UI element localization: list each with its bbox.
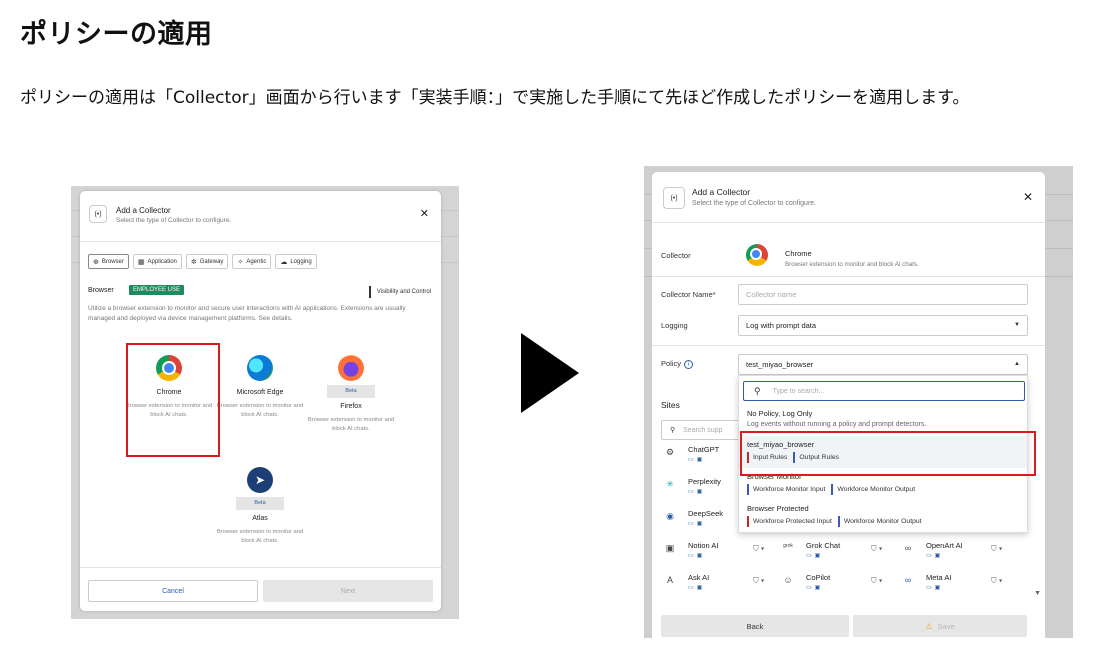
dialog-subtitle: Select the type of Collector to configur… bbox=[692, 200, 817, 207]
gateway-icon: ✲ bbox=[190, 258, 197, 266]
sparkle-icon: ✧ bbox=[237, 258, 244, 266]
grid-icon: ▦ bbox=[137, 258, 145, 266]
broadcast-icon: (•) bbox=[663, 187, 685, 209]
meta-icon: ∞ bbox=[904, 575, 912, 585]
chrome-highlight-box bbox=[126, 343, 220, 457]
sites-label: Sites bbox=[661, 400, 680, 410]
shield-dropdown-icon[interactable]: ⛉ ▾ bbox=[753, 576, 764, 586]
logging-label: Logging bbox=[661, 321, 688, 330]
copilot-icon: ☺ bbox=[783, 575, 793, 585]
search-icon: ⚲ bbox=[670, 427, 676, 434]
dialog-title: Add a Collector bbox=[116, 206, 171, 215]
policy-highlight-box bbox=[740, 431, 1036, 476]
section-label: Browser bbox=[88, 287, 114, 294]
deepseek-icon: ◉ bbox=[666, 511, 674, 521]
search-icon: ⚲ bbox=[754, 385, 761, 396]
shield-dropdown-icon[interactable]: ⛉ ▾ bbox=[871, 544, 882, 554]
tab-application[interactable]: ▦ Application bbox=[132, 254, 182, 269]
collector-name-label: Collector Name* bbox=[661, 290, 716, 299]
grok-icon: grok bbox=[783, 543, 793, 549]
atlas-icon: ➤ bbox=[247, 467, 273, 493]
app-firefox[interactable]: Beta Firefox Browser extension to monito… bbox=[306, 355, 396, 434]
caret-down-icon: ▼ bbox=[1014, 322, 1020, 328]
close-icon[interactable]: ✕ bbox=[1023, 190, 1033, 204]
back-button[interactable]: Back bbox=[661, 615, 849, 637]
policy-label: Policy i bbox=[661, 359, 694, 369]
browser-description: Utilize a browser extension to monitor a… bbox=[88, 305, 406, 322]
close-icon[interactable]: ✕ bbox=[420, 207, 429, 220]
site-meta-icons: ▭▣ bbox=[688, 521, 706, 527]
visibility-label: Visibility and Control bbox=[368, 286, 431, 298]
scroll-down-icon[interactable]: ▼ bbox=[1034, 590, 1041, 597]
notion-icon: ▣ bbox=[665, 543, 675, 553]
collector-label: Collector bbox=[661, 251, 691, 260]
site-meta-icons: ▭▣ bbox=[806, 585, 824, 591]
tab-browser[interactable]: ⊕ Browser bbox=[88, 254, 129, 269]
collector-type-tabs: ⊕ Browser ▦ Application ✲ Gateway ✧ Agentic … bbox=[88, 254, 317, 269]
tab-logging[interactable]: ☁ Logging bbox=[275, 254, 317, 269]
cancel-button[interactable]: Cancel bbox=[88, 580, 258, 602]
warning-icon: ⚠ bbox=[925, 621, 933, 631]
site-meta-icons: ▭▣ bbox=[688, 457, 706, 463]
app-edge[interactable]: Microsoft Edge Browser extension to moni… bbox=[215, 355, 305, 420]
info-icon: i bbox=[684, 360, 694, 369]
collector-name: Chrome bbox=[785, 249, 812, 258]
caret-up-icon: ▲ bbox=[1014, 361, 1020, 367]
collector-name-field[interactable]: Collector name bbox=[738, 284, 1028, 305]
broadcast-icon: (•) bbox=[89, 205, 107, 223]
arrow-icon bbox=[521, 333, 579, 413]
site-meta-icons: ▭▣ bbox=[926, 553, 944, 559]
site-meta-icons: ▭▣ bbox=[806, 553, 824, 559]
logging-select[interactable]: Log with prompt data ▼ bbox=[738, 315, 1028, 336]
edge-icon bbox=[247, 355, 273, 381]
policy-select[interactable]: test_miyao_browser ▲ bbox=[738, 354, 1028, 375]
page-description: ポリシーの適用は「Collector」画面から行います「実装手順：」で実施した手… bbox=[20, 88, 970, 108]
firefox-icon bbox=[338, 355, 364, 381]
add-collector-dialog-config: (•) Add a Collector Select the type of C… bbox=[652, 172, 1045, 638]
chrome-icon bbox=[746, 244, 768, 266]
dialog-title: Add a Collector bbox=[692, 187, 751, 197]
site-meta-icons: ▭▣ bbox=[688, 553, 706, 559]
shield-dropdown-icon[interactable]: ⛉ ▾ bbox=[753, 544, 764, 554]
collector-desc: Browser extension to monitor and block A… bbox=[785, 261, 919, 268]
save-button[interactable]: ⚠ Save bbox=[853, 615, 1027, 637]
chatgpt-icon: ⚙ bbox=[665, 447, 675, 457]
policy-option-browser-protected[interactable]: Browser Protected Workforce Protected In… bbox=[739, 504, 1027, 527]
cloud-icon: ☁ bbox=[280, 258, 288, 266]
next-button[interactable]: Next bbox=[263, 580, 433, 602]
employee-use-badge: EMPLOYEE USE bbox=[129, 285, 185, 295]
openart-icon: ∞ bbox=[904, 543, 912, 553]
site-meta-icons: ▭▣ bbox=[926, 585, 944, 591]
shield-dropdown-icon[interactable]: ⛉ ▾ bbox=[991, 576, 1002, 586]
perplexity-icon: ✳ bbox=[666, 479, 674, 489]
shield-dropdown-icon[interactable]: ⛉ ▾ bbox=[991, 544, 1002, 554]
policy-search-input[interactable]: ⚲ Type to search... bbox=[743, 381, 1025, 401]
policy-option-no-policy[interactable]: No Policy, Log Only Log events without r… bbox=[739, 409, 1027, 428]
shield-dropdown-icon[interactable]: ⛉ ▾ bbox=[871, 576, 882, 586]
tab-agentic[interactable]: ✧ Agentic bbox=[232, 254, 272, 269]
beta-badge: Beta bbox=[236, 497, 284, 510]
right-screenshot: (•) Add a Collector Select the type of C… bbox=[644, 166, 1073, 638]
ask-ai-icon: A bbox=[666, 575, 673, 585]
app-atlas[interactable]: ➤ Beta Atlas Browser extension to monito… bbox=[215, 467, 305, 546]
globe-icon: ⊕ bbox=[93, 258, 99, 266]
beta-badge: Beta bbox=[327, 385, 375, 398]
dialog-subtitle: Select the type of Collector to configur… bbox=[116, 217, 232, 224]
page-title: ポリシーの適用 bbox=[20, 19, 213, 50]
site-meta-icons: ▭▣ bbox=[688, 489, 706, 495]
site-meta-icons: ▭▣ bbox=[688, 585, 706, 591]
tab-gateway[interactable]: ✲ Gateway bbox=[185, 254, 229, 269]
